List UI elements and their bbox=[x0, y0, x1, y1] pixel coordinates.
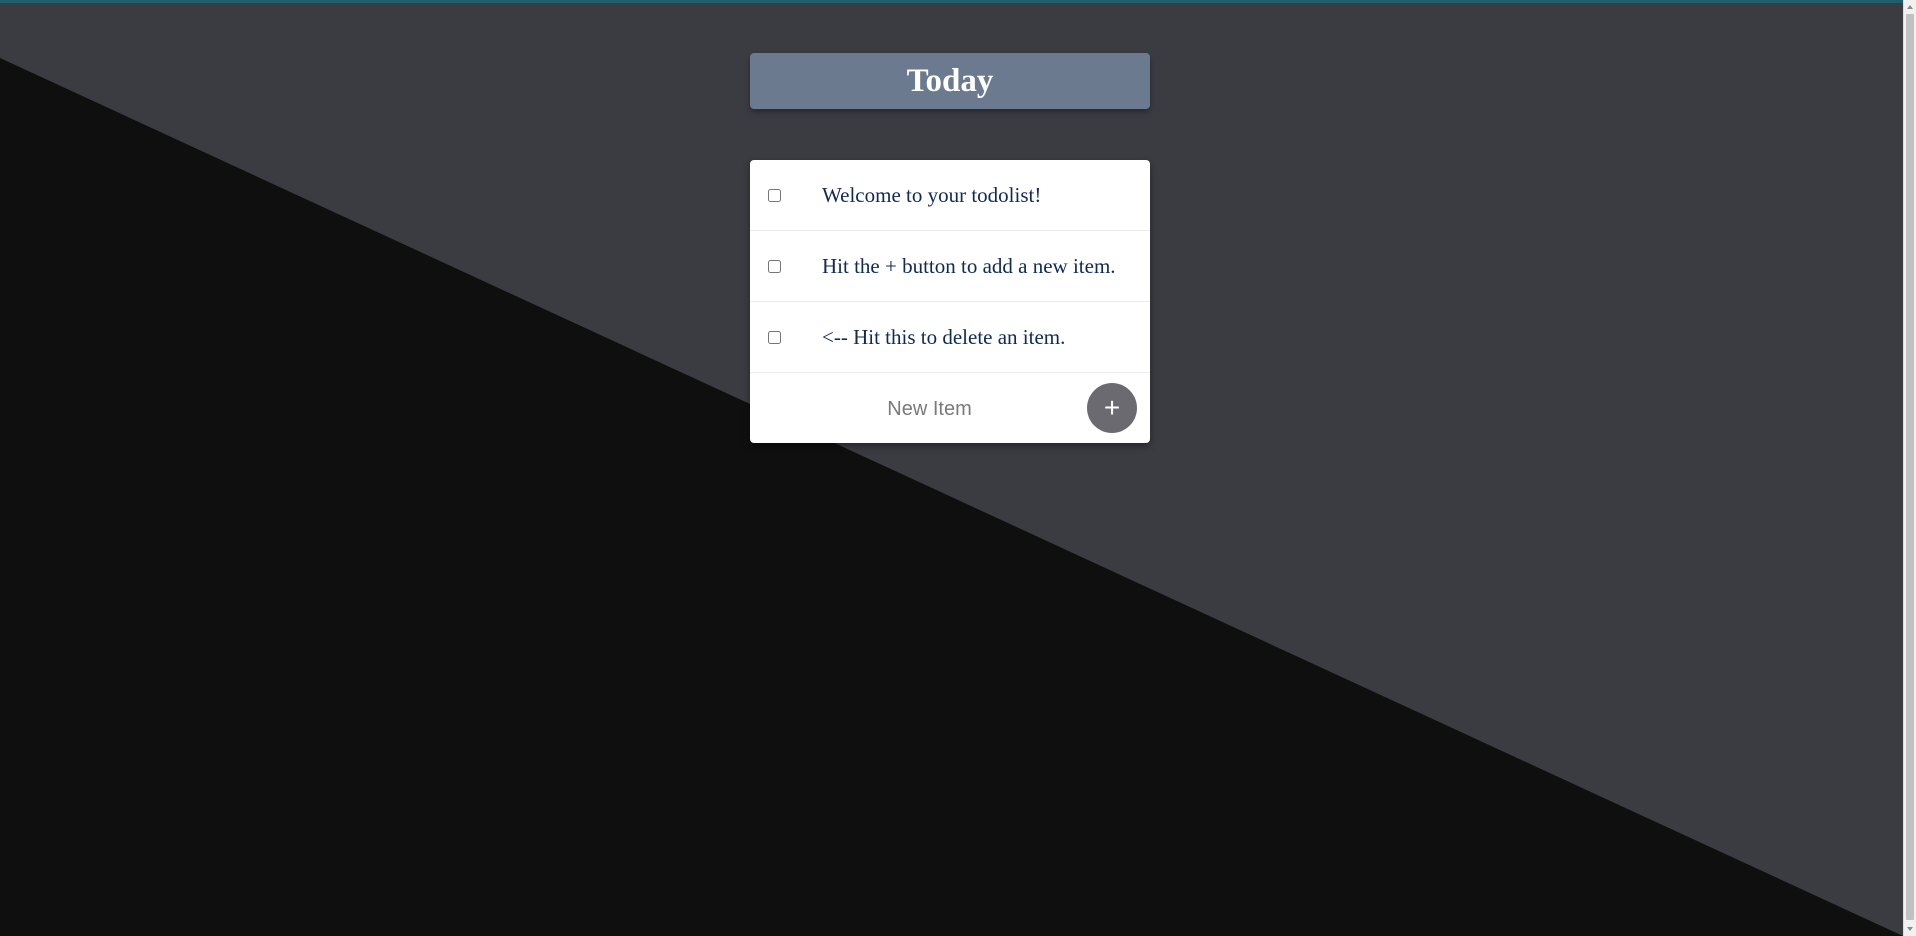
list-item: Welcome to your todolist! bbox=[750, 160, 1150, 231]
item-checkbox[interactable] bbox=[768, 189, 781, 202]
todo-items-form: Welcome to your todolist! Hit the + butt… bbox=[750, 160, 1150, 373]
item-label: Welcome to your todolist! bbox=[822, 182, 1042, 207]
page-background bbox=[0, 0, 1916, 936]
new-item-input[interactable] bbox=[805, 391, 1054, 427]
new-item-form: + bbox=[750, 373, 1150, 443]
page-title: Today bbox=[906, 62, 994, 99]
list-item: Hit the + button to add a new item. bbox=[750, 231, 1150, 302]
item-label: Hit the + button to add a new item. bbox=[822, 253, 1116, 278]
todo-list-card: Welcome to your todolist! Hit the + butt… bbox=[750, 160, 1150, 443]
top-accent-line bbox=[0, 0, 1903, 3]
scroll-up-arrow-icon[interactable] bbox=[1907, 5, 1913, 9]
item-checkbox[interactable] bbox=[768, 331, 781, 344]
list-item: <-- Hit this to delete an item. bbox=[750, 302, 1150, 373]
scroll-thumb[interactable] bbox=[1906, 14, 1914, 920]
scroll-down-arrow-icon[interactable] bbox=[1907, 927, 1913, 931]
page-scrollbar[interactable] bbox=[1903, 0, 1916, 936]
add-item-button[interactable]: + bbox=[1087, 383, 1137, 433]
title-bar: Today bbox=[750, 53, 1150, 109]
item-checkbox[interactable] bbox=[768, 260, 781, 273]
item-label: <-- Hit this to delete an item. bbox=[822, 324, 1066, 349]
